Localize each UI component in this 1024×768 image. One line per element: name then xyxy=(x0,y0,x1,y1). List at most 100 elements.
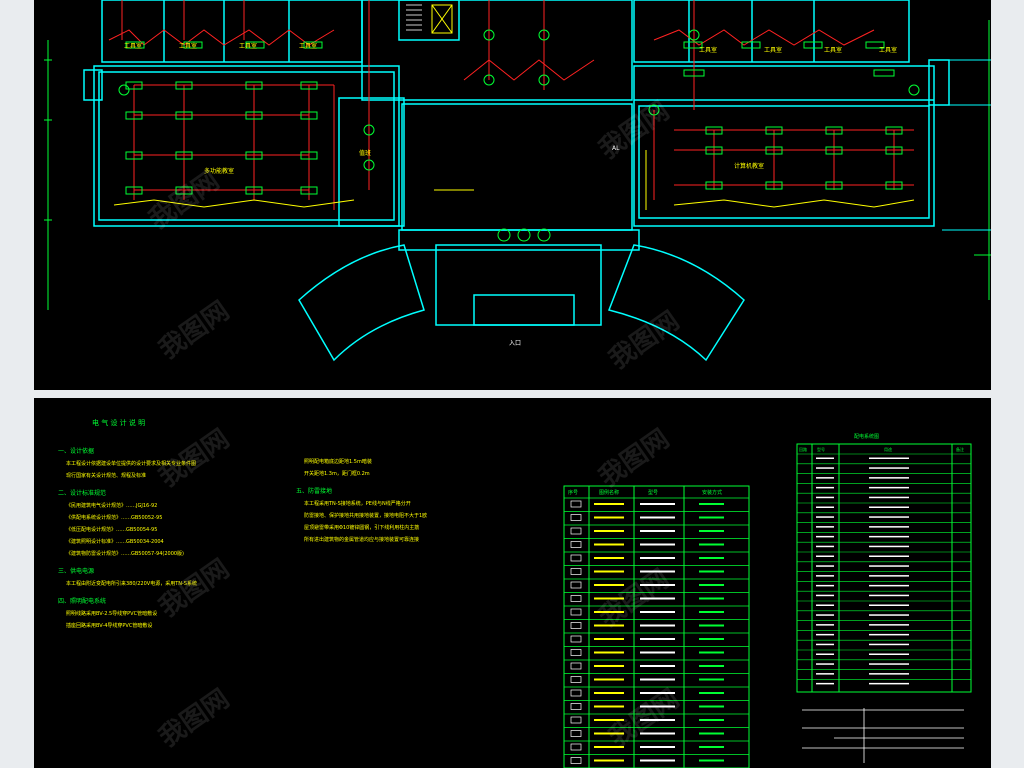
system-text-bar xyxy=(869,604,909,606)
legend-text-bar xyxy=(640,570,675,573)
legend-text-bar xyxy=(640,584,675,586)
legend-text-bar xyxy=(640,665,675,667)
legend-text-bar xyxy=(640,503,675,505)
system-text-bar xyxy=(869,545,909,548)
legend-symbol xyxy=(570,635,582,643)
legend-text-bar xyxy=(699,530,724,532)
legend-text-bar xyxy=(640,705,675,708)
legend-symbol xyxy=(570,554,582,562)
system-text-bar xyxy=(869,673,909,675)
legend-text-bar xyxy=(640,557,675,559)
system-header: 回路 xyxy=(799,446,807,452)
notes-heading: 三、供电电源 xyxy=(58,567,94,575)
notes-drawing: 电 气 设 计 说 明 一、设计依据本工程设计依据建设单位提供的设计要求及相关专… xyxy=(58,418,972,768)
legend-text-bar xyxy=(640,678,675,681)
room-label: 工具室 xyxy=(239,42,257,50)
legend-text-bar xyxy=(699,732,724,735)
legend-text-bar xyxy=(699,516,724,519)
notes-column-1: 一、设计依据本工程设计依据建设单位提供的设计要求及相关专业条件图现行国家有关设计… xyxy=(58,447,197,629)
floor-plan-panel: 工具室 工具室 工具室 工具室 工具室 工具室 工具室 工具室 多功能教室 计算… xyxy=(34,0,991,390)
legend-text-bar xyxy=(594,557,624,559)
notes-line: 本工程由附近变配电所引来380/220V电源，采用TN-S系统 xyxy=(66,580,197,587)
notes-line: 《建筑照明设计标准》……GB50034-2004 xyxy=(66,538,164,545)
legend-text-bar xyxy=(640,624,675,627)
room-label: 工具室 xyxy=(299,42,317,50)
entry-label: 入口 xyxy=(509,340,521,347)
system-text-bar xyxy=(869,535,909,538)
legend-text-bar xyxy=(594,584,624,586)
legend-text-bar xyxy=(594,746,624,748)
panel-label: AL xyxy=(612,145,620,152)
legend-text-bar xyxy=(699,570,724,573)
system-text-bar xyxy=(869,526,909,528)
room-label: 工具室 xyxy=(179,42,197,50)
system-text-bar xyxy=(816,555,834,557)
legend-symbol xyxy=(570,622,582,629)
notes-heading: 一、设计依据 xyxy=(58,447,94,455)
system-header: 备注 xyxy=(956,446,964,452)
notes-column-2: 照明配电箱底边距地1.5m暗装开关距地1.3m，距门框0.2m 五、防雷接地本工程… xyxy=(296,458,427,543)
legend-symbol xyxy=(570,608,582,616)
legend-symbol xyxy=(570,676,582,683)
legend-symbol xyxy=(570,743,582,751)
notes-line: 本工程设计依据建设单位提供的设计要求及相关专业条件图 xyxy=(66,460,196,467)
legend-text-bar xyxy=(594,719,624,721)
legend-text-bar xyxy=(699,611,724,613)
system-text-bar xyxy=(869,594,909,597)
legend-text-bar xyxy=(699,597,724,600)
system-table: 配电系统图 回路 型号 用途 备注 xyxy=(796,433,972,693)
legend-text-bar xyxy=(640,543,675,546)
legend-text-bar xyxy=(699,543,724,546)
legend-symbol xyxy=(570,703,582,710)
legend-text-bar xyxy=(594,503,624,505)
system-text-bar xyxy=(816,457,834,459)
system-header: 型号 xyxy=(817,446,825,452)
legend-text-bar xyxy=(594,570,624,573)
system-text-bar xyxy=(816,565,834,567)
system-text-bar xyxy=(816,477,834,479)
system-text-bar xyxy=(869,682,909,685)
system-text-bar xyxy=(869,555,909,557)
system-text-bar xyxy=(816,496,834,499)
notes-line: 本工程采用TN-S接地系统，PE线与N线严格分开 xyxy=(304,500,411,507)
notes-heading: 五、防雷接地 xyxy=(296,487,332,495)
legend-text-bar xyxy=(699,759,724,762)
legend-text-bar xyxy=(699,746,724,748)
legend-text-bar xyxy=(699,557,724,559)
legend-symbol xyxy=(570,500,582,508)
legend-text-bar xyxy=(594,597,624,600)
legend-text-bar xyxy=(699,705,724,708)
system-text-bar xyxy=(816,604,834,606)
legend-text-bar xyxy=(699,651,724,654)
notes-line: 照明配电箱底边距地1.5m暗装 xyxy=(304,458,372,465)
legend-symbol xyxy=(570,581,582,589)
notes-heading: 二、设计标准规范 xyxy=(58,489,106,497)
legend-text-bar xyxy=(699,638,724,640)
legend-symbol xyxy=(570,595,582,602)
legend-symbol xyxy=(570,514,582,521)
system-text-bar xyxy=(869,486,909,489)
legend-symbol xyxy=(570,730,582,737)
legend-text-bar xyxy=(594,678,624,681)
legend-text-bar xyxy=(640,759,675,762)
legend-text-bar xyxy=(594,530,624,532)
system-text-bar xyxy=(869,496,909,499)
legend-text-bar xyxy=(594,543,624,546)
legend-text-bar xyxy=(699,624,724,627)
legend-header: 安装方式 xyxy=(702,489,722,496)
legend-text-bar xyxy=(699,719,724,721)
wiring-sketch xyxy=(802,708,964,763)
room-label: 工具室 xyxy=(824,46,842,54)
legend-symbol xyxy=(570,689,582,697)
system-text-bar xyxy=(869,624,909,626)
room-label: 多功能教室 xyxy=(204,167,234,175)
notes-title: 电 气 设 计 说 明 xyxy=(92,418,145,427)
system-text-bar xyxy=(816,663,834,665)
system-text-bar xyxy=(816,614,834,616)
legend-text-bar xyxy=(594,692,624,694)
legend-text-bar xyxy=(699,678,724,681)
system-text-bar xyxy=(869,643,909,646)
system-text-bar xyxy=(816,624,834,626)
notes-line: 现行国家有关设计规范、规程及标准 xyxy=(66,472,146,479)
system-text-bar xyxy=(869,663,909,665)
